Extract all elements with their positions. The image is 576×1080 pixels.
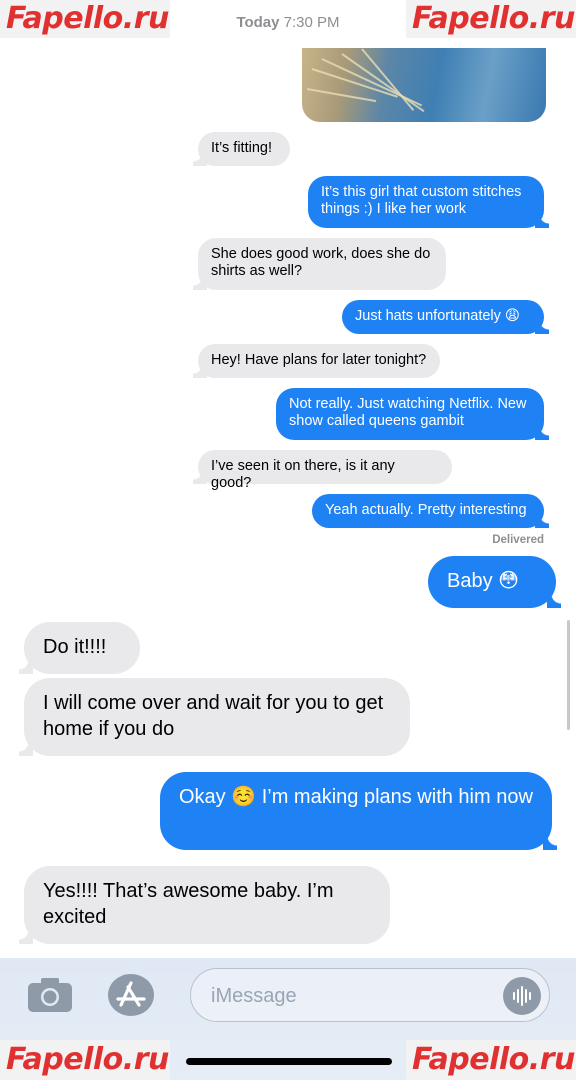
message-bubble-incoming[interactable]: She does good work, does she do shirts a…: [193, 238, 446, 290]
watermark-top-left: Fapello.ru: [0, 0, 170, 38]
message-bubble-incoming[interactable]: Do it!!!!: [19, 622, 140, 674]
photo-attachment[interactable]: [302, 48, 546, 122]
scroll-indicator[interactable]: [567, 620, 570, 730]
app-store-icon[interactable]: [108, 974, 154, 1016]
message-bubble-incoming[interactable]: Hey! Have plans for later tonight?: [193, 344, 440, 378]
message-bubble-outgoing[interactable]: Okay ☺️ I’m making plans with him now: [160, 772, 557, 850]
delivered-status: Delivered: [492, 534, 544, 546]
message-bubble-outgoing[interactable]: Baby 😳: [428, 556, 561, 608]
imessage-input-container[interactable]: [190, 968, 550, 1022]
message-bubble-incoming[interactable]: It’s fitting!: [193, 132, 290, 166]
watermark-top-right: Fapello.ru: [406, 0, 576, 38]
message-bubble-incoming[interactable]: I’ve seen it on there, is it any good?: [193, 450, 452, 491]
message-bubble-incoming[interactable]: Yes!!!! That’s awesome baby. I’m excited: [19, 866, 390, 944]
watermark-bottom-left: Fapello.ru: [0, 1040, 170, 1080]
message-bubble-outgoing[interactable]: Not really. Just watching Netflix. New s…: [276, 388, 549, 440]
message-bubble-incoming[interactable]: I will come over and wait for you to get…: [19, 678, 410, 756]
message-bubble-outgoing[interactable]: Just hats unfortunately 😩: [342, 300, 549, 334]
watermark-bottom-right: Fapello.ru: [406, 1040, 576, 1080]
timestamp-time: 7:30 PM: [283, 14, 340, 31]
home-indicator[interactable]: [186, 1058, 392, 1065]
audio-waveform-icon[interactable]: [503, 977, 541, 1015]
camera-icon[interactable]: [26, 976, 74, 1014]
imessage-input[interactable]: [209, 979, 493, 1013]
message-bubble-outgoing[interactable]: It’s this girl that custom stitches thin…: [308, 176, 549, 228]
timestamp-day: Today: [236, 14, 280, 31]
message-bubble-outgoing[interactable]: Yeah actually. Pretty interesting: [312, 494, 549, 528]
